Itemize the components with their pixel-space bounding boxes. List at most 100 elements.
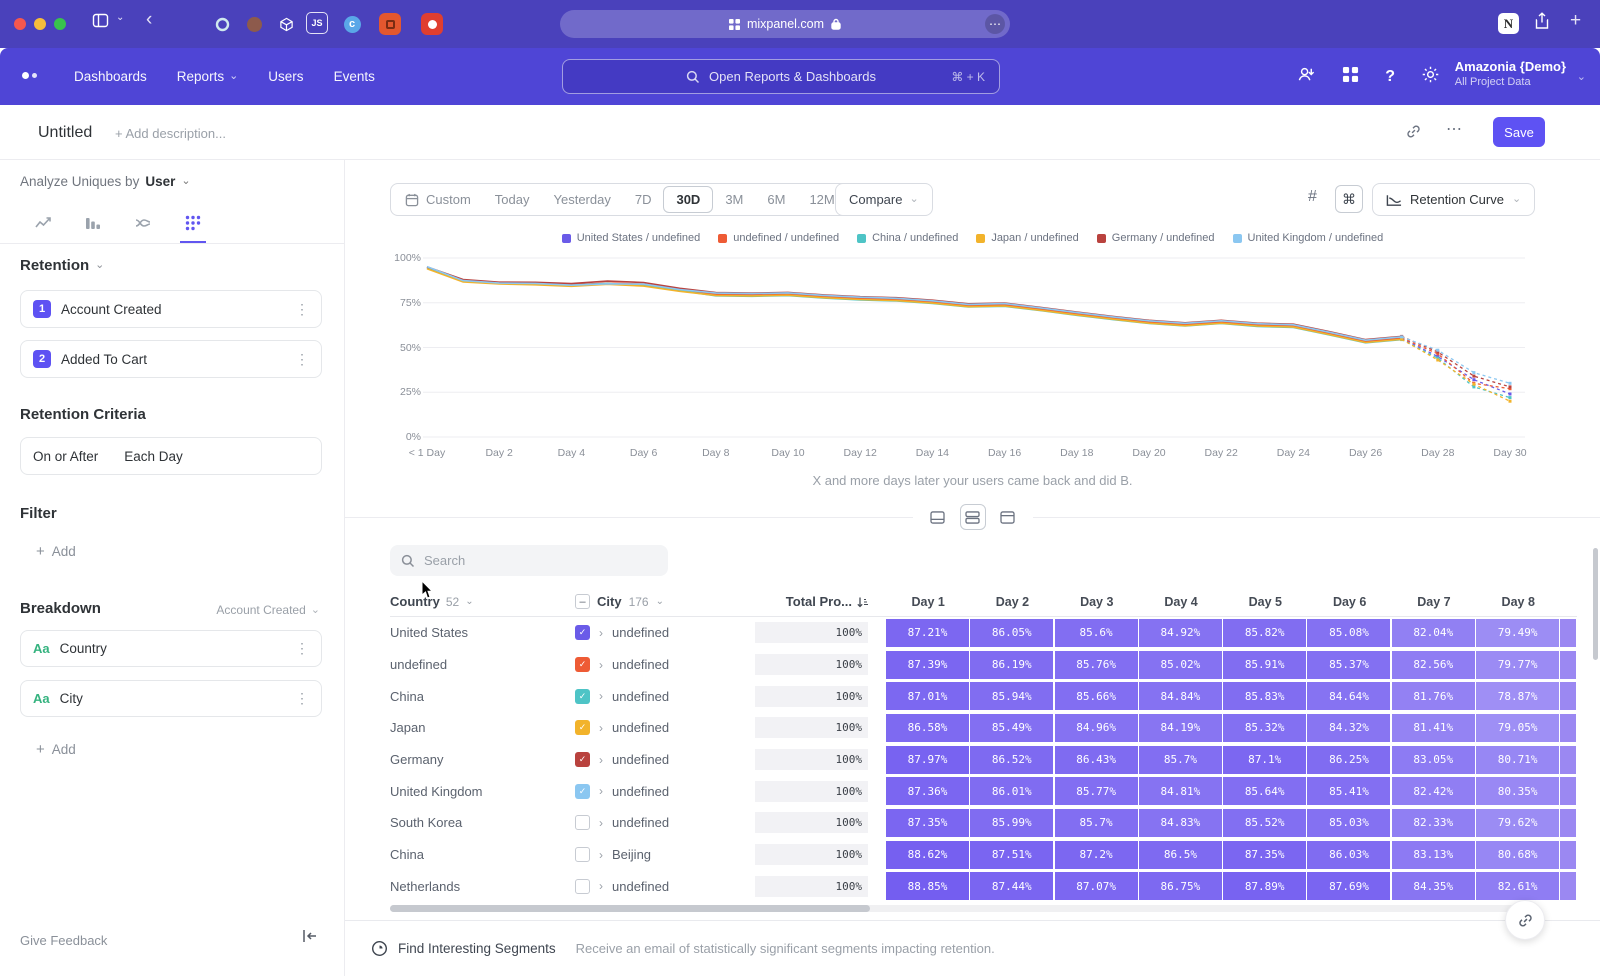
expand-row-icon[interactable]: ›: [599, 658, 603, 672]
retention-section-title[interactable]: Retention ⌄: [20, 257, 104, 274]
retention-cell[interactable]: 86.75%: [1139, 872, 1222, 900]
column-country[interactable]: Country 52 ⌄: [390, 594, 575, 609]
share-icon[interactable]: [1534, 12, 1550, 30]
expand-row-icon[interactable]: ›: [599, 753, 603, 767]
retention-cell[interactable]: 86.25%: [1307, 746, 1390, 774]
retention-cell[interactable]: 84.35%: [1392, 872, 1475, 900]
horizontal-scrollbar-thumb[interactable]: [390, 905, 870, 912]
legend-item[interactable]: undefined / undefined: [718, 232, 839, 244]
tab-retention[interactable]: [180, 204, 206, 243]
retention-cell[interactable]: 82.56%: [1392, 651, 1475, 679]
compare-button[interactable]: Compare ⌄: [835, 183, 933, 216]
retention-cell[interactable]: 86.5%: [1139, 841, 1222, 869]
command-toggle-button[interactable]: ⌘: [1335, 185, 1363, 213]
retention-cell[interactable]: 84.84%: [1139, 682, 1222, 710]
extension-ring-icon[interactable]: [210, 12, 234, 36]
save-button[interactable]: Save: [1493, 117, 1545, 147]
retention-cell[interactable]: 86.58%: [886, 714, 969, 742]
retention-cell[interactable]: 85.7%: [1055, 809, 1138, 837]
retention-cell[interactable]: 79.49%: [1476, 619, 1559, 647]
retention-cell[interactable]: 85.64%: [1223, 777, 1306, 805]
retention-cell[interactable]: 79.62%: [1476, 809, 1559, 837]
view-table-only-icon[interactable]: [995, 504, 1021, 530]
segments-title[interactable]: Find Interesting Segments: [398, 941, 556, 956]
retention-cell[interactable]: 87.35%: [1223, 841, 1306, 869]
nav-reports[interactable]: Reports⌄: [177, 69, 239, 84]
retention-cell[interactable]: 84.96%: [1055, 714, 1138, 742]
view-chart-only-icon[interactable]: [925, 504, 951, 530]
day-header[interactable]: Day 8: [1476, 595, 1560, 609]
retention-cell[interactable]: 87.1%: [1223, 746, 1306, 774]
breakdown-context[interactable]: Account Created ⌄: [216, 603, 320, 617]
view-split-icon[interactable]: [960, 504, 986, 530]
retention-cell[interactable]: 85.41%: [1307, 777, 1390, 805]
retention-cell[interactable]: 81.76%: [1392, 682, 1475, 710]
day-header[interactable]: Day 7: [1392, 595, 1476, 609]
retention-cell[interactable]: 86.05%: [970, 619, 1053, 647]
add-filter-button[interactable]: + Add: [36, 544, 76, 559]
minimize-window-button[interactable]: [34, 18, 46, 30]
expand-row-icon[interactable]: ›: [599, 816, 603, 830]
legend-item[interactable]: United Kingdom / undefined: [1233, 232, 1384, 244]
add-breakdown-button[interactable]: + Add: [36, 742, 76, 757]
criteria-condition[interactable]: On or After: [33, 449, 98, 464]
retention-cell[interactable]: 87.39%: [886, 651, 969, 679]
retention-step-2[interactable]: 2Added To Cart⋮: [20, 340, 322, 378]
retention-cell[interactable]: 86.01%: [970, 777, 1053, 805]
settings-gear-icon[interactable]: [1421, 65, 1440, 89]
row-checkbox[interactable]: ✓: [575, 784, 590, 799]
retention-cell[interactable]: 85.7%: [1139, 746, 1222, 774]
range-30d[interactable]: 30D: [663, 186, 713, 213]
nav-events[interactable]: Events: [334, 69, 375, 84]
table-row[interactable]: undefined✓›undefined100%87.39%86.19%85.7…: [390, 649, 1577, 681]
row-checkbox[interactable]: [575, 879, 590, 894]
retention-cell[interactable]: 85.37%: [1307, 651, 1390, 679]
retention-cell[interactable]: 81.41%: [1392, 714, 1475, 742]
breakdown-options-icon[interactable]: ⋮: [295, 640, 309, 657]
row-checkbox[interactable]: [575, 815, 590, 830]
breakdown-country[interactable]: AaCountry⋮: [20, 630, 322, 667]
retention-cell[interactable]: 85.66%: [1055, 682, 1138, 710]
range-today[interactable]: Today: [483, 186, 542, 213]
select-all-checkbox[interactable]: –: [575, 594, 590, 609]
table-row[interactable]: China›Beijing100%88.62%87.51%87.2%86.5%8…: [390, 839, 1577, 871]
retention-cell[interactable]: 87.21%: [886, 619, 969, 647]
range-3m[interactable]: 3M: [713, 186, 755, 213]
retention-cell[interactable]: 86.43%: [1055, 746, 1138, 774]
retention-cell[interactable]: 85.91%: [1223, 651, 1306, 679]
range-6m[interactable]: 6M: [755, 186, 797, 213]
retention-cell[interactable]: 85.52%: [1223, 809, 1306, 837]
retention-cell[interactable]: 85.03%: [1307, 809, 1390, 837]
retention-cell[interactable]: 84.81%: [1139, 777, 1222, 805]
retention-chart[interactable]: [345, 250, 1600, 450]
expand-row-icon[interactable]: ›: [599, 848, 603, 862]
retention-cell[interactable]: 80.68%: [1476, 841, 1559, 869]
copy-link-icon[interactable]: [1405, 123, 1422, 145]
retention-cell[interactable]: 83.05%: [1392, 746, 1475, 774]
retention-cell[interactable]: 87.35%: [886, 809, 969, 837]
retention-cell[interactable]: 88.85%: [886, 872, 969, 900]
range-custom[interactable]: Custom: [393, 186, 483, 213]
data-management-icon[interactable]: [1297, 65, 1316, 89]
row-checkbox[interactable]: ✓: [575, 752, 590, 767]
share-link-button[interactable]: [1505, 900, 1545, 940]
retention-cell[interactable]: 83.13%: [1392, 841, 1475, 869]
breakdown-options-icon[interactable]: ⋮: [295, 690, 309, 707]
global-search-button[interactable]: Open Reports & Dashboards ⌘ + K: [562, 59, 1000, 94]
row-checkbox[interactable]: ✓: [575, 625, 590, 640]
give-feedback-link[interactable]: Give Feedback: [20, 933, 107, 948]
address-bar[interactable]: mixpanel.com ⋯: [560, 10, 1010, 38]
tab-flows[interactable]: [130, 204, 156, 243]
vertical-scrollbar[interactable]: [1593, 548, 1598, 660]
day-header[interactable]: Day 3: [1055, 595, 1139, 609]
table-row[interactable]: Netherlands›undefined100%88.85%87.44%87.…: [390, 871, 1577, 903]
annotations-icon[interactable]: #: [1308, 188, 1317, 206]
retention-cell[interactable]: 82.04%: [1392, 619, 1475, 647]
retention-cell[interactable]: 87.51%: [970, 841, 1053, 869]
apps-grid-icon[interactable]: [1342, 66, 1359, 88]
nav-users[interactable]: Users: [268, 69, 303, 84]
add-description[interactable]: + Add description...: [115, 126, 226, 141]
row-checkbox[interactable]: ✓: [575, 657, 590, 672]
step-options-icon[interactable]: ⋮: [295, 301, 309, 318]
site-options-icon[interactable]: ⋯: [985, 14, 1005, 34]
